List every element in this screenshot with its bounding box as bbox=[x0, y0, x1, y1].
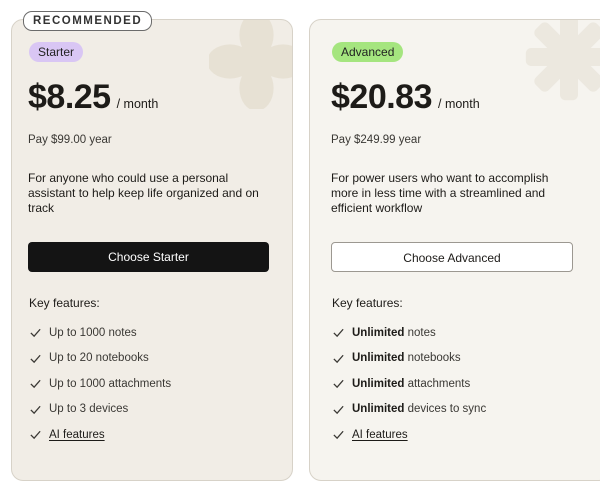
price-row-advanced: $20.83 / month bbox=[331, 78, 480, 117]
check-icon bbox=[333, 380, 344, 389]
feature-item: Up to 1000 attachments bbox=[29, 371, 171, 397]
choose-advanced-button[interactable]: Choose Advanced bbox=[331, 242, 573, 272]
feature-item: Up to 20 notebooks bbox=[29, 346, 171, 372]
feature-label: Up to 20 notebooks bbox=[49, 352, 149, 365]
check-icon bbox=[333, 405, 344, 414]
plan-description-advanced: For power users who want to accomplish m… bbox=[331, 171, 549, 215]
flower-decoration-icon bbox=[209, 20, 292, 109]
feature-label: Unlimited attachments bbox=[352, 378, 470, 390]
feature-item: Unlimited notes bbox=[332, 320, 486, 346]
feature-item: Unlimited devices to sync bbox=[332, 397, 486, 423]
feature-item: Unlimited notebooks bbox=[332, 346, 486, 372]
recommended-badge: RECOMMENDED bbox=[23, 11, 153, 31]
feature-label: Up to 1000 attachments bbox=[49, 377, 172, 390]
price-period-advanced: / month bbox=[438, 97, 480, 111]
feature-label: Up to 1000 notes bbox=[49, 326, 137, 339]
features-title-advanced: Key features: bbox=[332, 296, 403, 310]
ai-features-link[interactable]: AI features bbox=[352, 429, 408, 441]
feature-text: attachments bbox=[404, 377, 471, 390]
features-title-starter: Key features: bbox=[29, 296, 100, 310]
feature-item: Up to 1000 notes bbox=[29, 320, 171, 346]
price-row-starter: $8.25 / month bbox=[28, 78, 158, 117]
yearly-price-starter: Pay $99.00 year bbox=[28, 134, 112, 146]
feature-emphasis: Unlimited bbox=[352, 377, 405, 390]
ai-features-link[interactable]: AI features bbox=[49, 429, 105, 441]
check-icon bbox=[333, 431, 344, 440]
star-decoration-icon bbox=[525, 20, 600, 101]
feature-label: Unlimited notebooks bbox=[352, 352, 461, 364]
choose-starter-button[interactable]: Choose Starter bbox=[28, 242, 269, 272]
feature-text: notebooks bbox=[404, 352, 461, 365]
feature-emphasis: Unlimited bbox=[352, 326, 405, 339]
plan-description-starter: For anyone who could use a personal assi… bbox=[28, 171, 259, 215]
feature-list-advanced: Unlimited notes Unlimited notebooks Unli… bbox=[332, 320, 486, 448]
check-icon bbox=[333, 329, 344, 338]
feature-text: notes bbox=[404, 326, 436, 339]
feature-label: Unlimited notes bbox=[352, 327, 436, 339]
plan-card-advanced: Advanced $20.83 / month Pay $249.99 year… bbox=[309, 19, 600, 481]
feature-label: Up to 3 devices bbox=[49, 403, 129, 416]
feature-emphasis: Unlimited bbox=[352, 403, 405, 416]
check-icon bbox=[30, 329, 41, 338]
price-advanced: $20.83 bbox=[331, 78, 433, 116]
check-icon bbox=[333, 354, 344, 363]
plan-badge-starter: Starter bbox=[29, 42, 84, 62]
feature-item: Unlimited attachments bbox=[332, 371, 486, 397]
yearly-price-advanced: Pay $249.99 year bbox=[331, 134, 422, 146]
feature-list-starter: Up to 1000 notes Up to 20 notebooks Up t… bbox=[29, 320, 171, 448]
plan-card-starter: Starter $8.25 / month Pay $99.00 year Fo… bbox=[11, 19, 293, 481]
feature-emphasis: Unlimited bbox=[352, 352, 405, 365]
feature-label: Unlimited devices to sync bbox=[352, 403, 486, 415]
price-starter: $8.25 bbox=[28, 78, 111, 116]
plan-badge-advanced: Advanced bbox=[332, 42, 404, 62]
feature-item: AI features bbox=[29, 422, 171, 448]
check-icon bbox=[30, 380, 41, 389]
price-period-starter: / month bbox=[116, 97, 159, 111]
feature-item: AI features bbox=[332, 422, 486, 448]
check-icon bbox=[30, 431, 41, 440]
check-icon bbox=[30, 354, 41, 363]
feature-text: devices to sync bbox=[404, 403, 487, 416]
feature-item: Up to 3 devices bbox=[29, 397, 171, 423]
check-icon bbox=[30, 405, 41, 414]
